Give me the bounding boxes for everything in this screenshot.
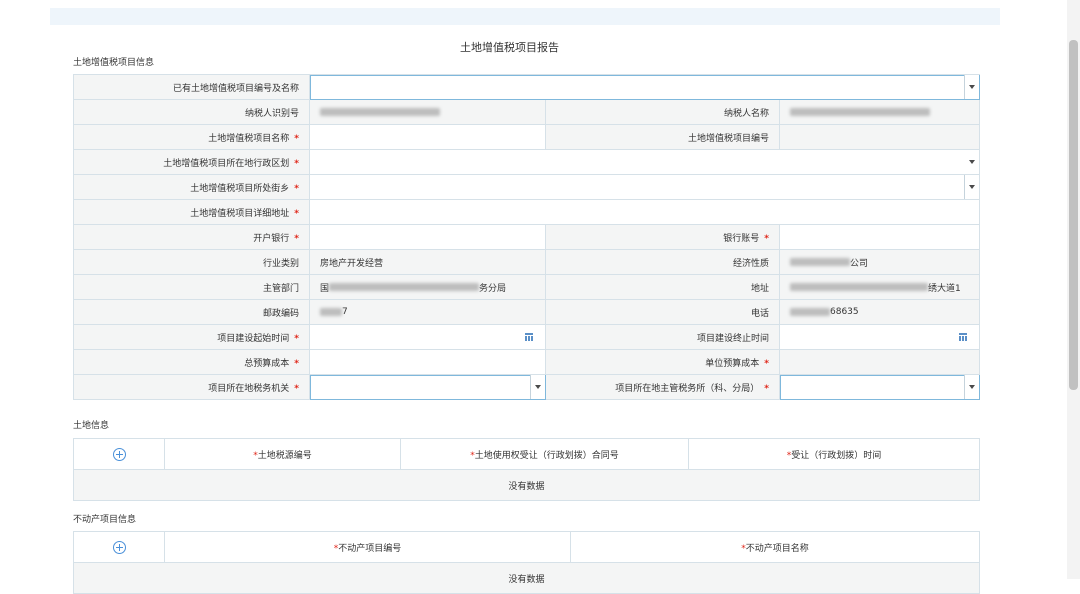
economy-value: 公司 bbox=[778, 249, 981, 275]
taxpayer-name-label: 纳税人名称 bbox=[545, 99, 780, 125]
chevron-down-icon[interactable] bbox=[964, 375, 980, 399]
dept-label: 主管部门 bbox=[73, 274, 310, 300]
postcode-value: 7 bbox=[309, 299, 546, 325]
street-label: 土地增值税项目所处街乡 * bbox=[73, 174, 310, 200]
address-value: 绣大道1 bbox=[778, 274, 981, 300]
unit-budget-value bbox=[778, 349, 981, 375]
taxpayer-id-value bbox=[309, 99, 546, 125]
calendar-icon[interactable] bbox=[525, 333, 533, 341]
existing-project-label: 已有土地增值税项目编号及名称 bbox=[73, 74, 310, 100]
section-title-property: 不动产项目信息 bbox=[73, 515, 137, 525]
column-header: *土地使用权受让（行政划拨）合同号 bbox=[400, 438, 689, 470]
column-header: *受让（行政划拨）时间 bbox=[688, 438, 980, 470]
taxpayer-name-value bbox=[778, 99, 981, 125]
scrollbar-thumb[interactable] bbox=[1069, 40, 1078, 390]
bank-input[interactable] bbox=[309, 224, 546, 250]
unit-budget-label: 单位预算成本 * bbox=[545, 349, 780, 375]
tax-office-select[interactable] bbox=[309, 374, 546, 400]
add-circle-icon[interactable] bbox=[112, 447, 126, 461]
empty-row: 没有数据 bbox=[73, 469, 980, 501]
add-property-button[interactable] bbox=[73, 531, 165, 563]
project-no-value bbox=[778, 124, 981, 150]
postcode-label: 邮政编码 bbox=[73, 299, 310, 325]
property-table: *不动产项目编号 *不动产项目名称 没有数据 bbox=[73, 531, 980, 594]
bank-account-label: 银行账号 * bbox=[545, 224, 780, 250]
tax-bureau-label: 项目所在地主管税务所（科、分局） * bbox=[545, 374, 780, 400]
tax-office-label: 项目所在地税务机关 * bbox=[73, 374, 310, 400]
project-name-label: 土地增值税项目名称 * bbox=[73, 124, 310, 150]
existing-project-select[interactable] bbox=[308, 74, 981, 100]
column-header: *土地税源编号 bbox=[164, 438, 401, 470]
column-header: *不动产项目名称 bbox=[570, 531, 980, 563]
end-date-input[interactable] bbox=[778, 324, 981, 350]
section-title-land: 土地信息 bbox=[73, 421, 110, 431]
address-label: 地址 bbox=[545, 274, 780, 300]
start-date-input[interactable] bbox=[309, 324, 546, 350]
add-land-button[interactable] bbox=[73, 438, 165, 470]
project-name-input[interactable] bbox=[309, 124, 546, 150]
industry-value: 房地产开发经营 bbox=[309, 249, 546, 275]
taxpayer-id-label: 纳税人识别号 bbox=[73, 99, 310, 125]
chevron-down-icon[interactable] bbox=[964, 175, 980, 199]
land-table: *土地税源编号 *土地使用权受让（行政划拨）合同号 *受让（行政划拨）时间 没有… bbox=[73, 438, 980, 501]
column-header: *不动产项目编号 bbox=[164, 531, 571, 563]
bank-label: 开户银行 * bbox=[73, 224, 310, 250]
region-select[interactable] bbox=[308, 149, 981, 175]
street-select[interactable] bbox=[308, 174, 981, 200]
add-circle-icon[interactable] bbox=[112, 540, 126, 554]
industry-label: 行业类别 bbox=[73, 249, 310, 275]
start-date-label: 项目建设起始时间 * bbox=[73, 324, 310, 350]
phone-value: 68635 bbox=[778, 299, 981, 325]
section-title-project: 土地增值税项目信息 bbox=[73, 58, 155, 68]
address-detail-label: 土地增值税项目详细地址 * bbox=[73, 199, 310, 225]
page-title: 土地增值税项目报告 bbox=[460, 41, 559, 54]
chevron-down-icon[interactable] bbox=[530, 375, 545, 399]
region-label: 土地增值税项目所在地行政区划 * bbox=[73, 149, 310, 175]
chevron-down-icon[interactable] bbox=[964, 75, 980, 99]
chevron-down-icon[interactable] bbox=[965, 150, 980, 174]
bank-account-input[interactable] bbox=[778, 224, 981, 250]
total-budget-input[interactable] bbox=[309, 349, 546, 375]
project-form: 已有土地增值税项目编号及名称 纳税人识别号 纳税人名称 土地增值税项目名称 * 土… bbox=[73, 74, 981, 400]
total-budget-label: 总预算成本 * bbox=[73, 349, 310, 375]
top-strip bbox=[50, 8, 1000, 25]
phone-label: 电话 bbox=[545, 299, 780, 325]
empty-row: 没有数据 bbox=[73, 562, 980, 594]
economy-label: 经济性质 bbox=[545, 249, 780, 275]
end-date-label: 项目建设终止时间 bbox=[545, 324, 780, 350]
calendar-icon[interactable] bbox=[959, 333, 968, 341]
address-detail-input[interactable] bbox=[308, 199, 981, 225]
tax-bureau-select[interactable] bbox=[778, 374, 981, 400]
project-no-label: 土地增值税项目编号 bbox=[545, 124, 780, 150]
dept-value: 国务分局 bbox=[309, 274, 546, 300]
